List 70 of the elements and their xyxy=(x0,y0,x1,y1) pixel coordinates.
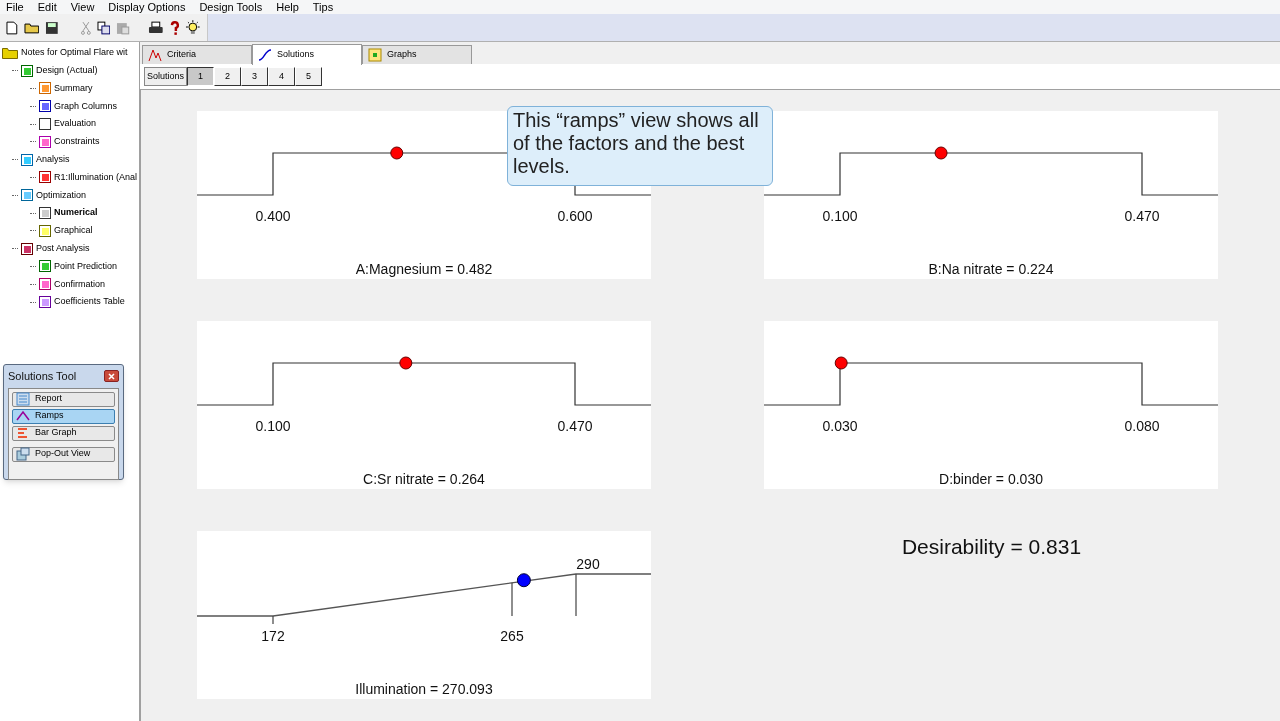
tree-item[interactable]: Summary xyxy=(54,81,93,96)
ramp-title: D:binder = 0.030 xyxy=(939,471,1043,487)
close-icon[interactable] xyxy=(104,370,119,383)
menu-item[interactable]: Design Tools xyxy=(199,0,263,14)
bar-label: Solutions xyxy=(144,67,188,86)
tree-item[interactable]: Graph Columns xyxy=(54,99,118,114)
save-icon[interactable] xyxy=(45,20,60,35)
light-bulb-icon[interactable] xyxy=(185,19,202,36)
tree-item[interactable]: Graphical xyxy=(54,224,93,238)
tool-button[interactable]: Report xyxy=(12,391,115,407)
printer-icon[interactable] xyxy=(147,20,164,35)
tab[interactable]: Graphs xyxy=(362,45,472,64)
tree-item[interactable]: Numerical xyxy=(54,206,98,220)
ramp-title: A:Magnesium = 0.482 xyxy=(355,261,493,277)
menu-item[interactable]: File xyxy=(6,0,24,14)
high-label: 0.470 xyxy=(1124,208,1160,224)
peak-icon xyxy=(148,48,162,62)
high-label: 290 xyxy=(576,556,600,572)
windows-icon xyxy=(16,447,30,461)
curve-icon xyxy=(258,48,272,62)
low-label: 0.400 xyxy=(255,208,291,224)
solution-button[interactable]: 1 xyxy=(187,67,215,86)
panel-title: Solutions Tool xyxy=(8,369,77,384)
menu-item[interactable]: Display Options xyxy=(108,0,186,14)
folder-icon xyxy=(2,46,18,59)
help-icon[interactable] xyxy=(169,19,180,36)
ramp-icon xyxy=(16,409,30,423)
desirability-value: Desirability = 0.831 xyxy=(901,534,1082,557)
solution-button[interactable]: 4 xyxy=(268,67,296,86)
ramp-title: Illumination = 270.093 xyxy=(355,681,493,697)
low-label: 0.030 xyxy=(822,418,858,434)
copy-icon[interactable] xyxy=(96,20,111,35)
solution-button[interactable]: 3 xyxy=(241,67,269,86)
callout: This “ramps” view shows all of the factors and the best levels. xyxy=(507,106,773,186)
folder-icon[interactable] xyxy=(23,21,40,34)
ramp-title: B:Na nitrate = 0.224 xyxy=(928,261,1054,277)
tool-button[interactable]: Pop-Out View xyxy=(12,446,115,462)
solution-button[interactable]: 5 xyxy=(295,67,323,86)
tree-item[interactable]: Optimization xyxy=(36,188,87,202)
low-label: 0.100 xyxy=(822,208,858,224)
tree-item[interactable]: Coefficients Table xyxy=(54,295,125,309)
tree-item[interactable]: R1:Illumination (Anal xyxy=(54,170,138,185)
menu-item[interactable]: Tips xyxy=(312,0,334,14)
ramp-title: C:Sr nitrate = 0.264 xyxy=(363,471,485,487)
high-label: 0.600 xyxy=(557,208,593,224)
tool-button[interactable]: Ramps xyxy=(12,408,115,424)
new-file-icon[interactable] xyxy=(6,20,18,35)
solution-button[interactable]: 2 xyxy=(214,67,242,86)
tree-item[interactable]: Confirmation xyxy=(54,277,106,291)
tree-item[interactable]: Design (Actual) xyxy=(36,63,98,78)
high-label: 0.080 xyxy=(1124,418,1160,434)
tab[interactable]: Criteria xyxy=(142,45,252,64)
menu-item[interactable]: Help xyxy=(276,0,299,14)
low-label: 172 xyxy=(261,628,285,644)
high-label: 0.470 xyxy=(557,418,593,434)
bar-graph-icon xyxy=(16,426,30,440)
menu-item[interactable]: View xyxy=(70,0,95,14)
tree-item[interactable]: Evaluation xyxy=(54,117,97,131)
tab[interactable]: Solutions xyxy=(252,44,362,65)
plot-icon xyxy=(368,48,382,62)
tree-item[interactable]: Constraints xyxy=(54,135,100,149)
target-label: 265 xyxy=(500,628,524,644)
tool-button[interactable]: Bar Graph xyxy=(12,425,115,441)
list-icon xyxy=(16,392,30,406)
low-label: 0.100 xyxy=(255,418,291,434)
menu-item[interactable]: Edit xyxy=(37,0,57,14)
tree-item[interactable]: Analysis xyxy=(36,152,70,167)
tree-item[interactable]: Notes for Optimal Flare wit xyxy=(21,46,128,60)
tree-item[interactable]: Post Analysis xyxy=(36,241,90,256)
tree-item[interactable]: Point Prediction xyxy=(54,259,118,274)
